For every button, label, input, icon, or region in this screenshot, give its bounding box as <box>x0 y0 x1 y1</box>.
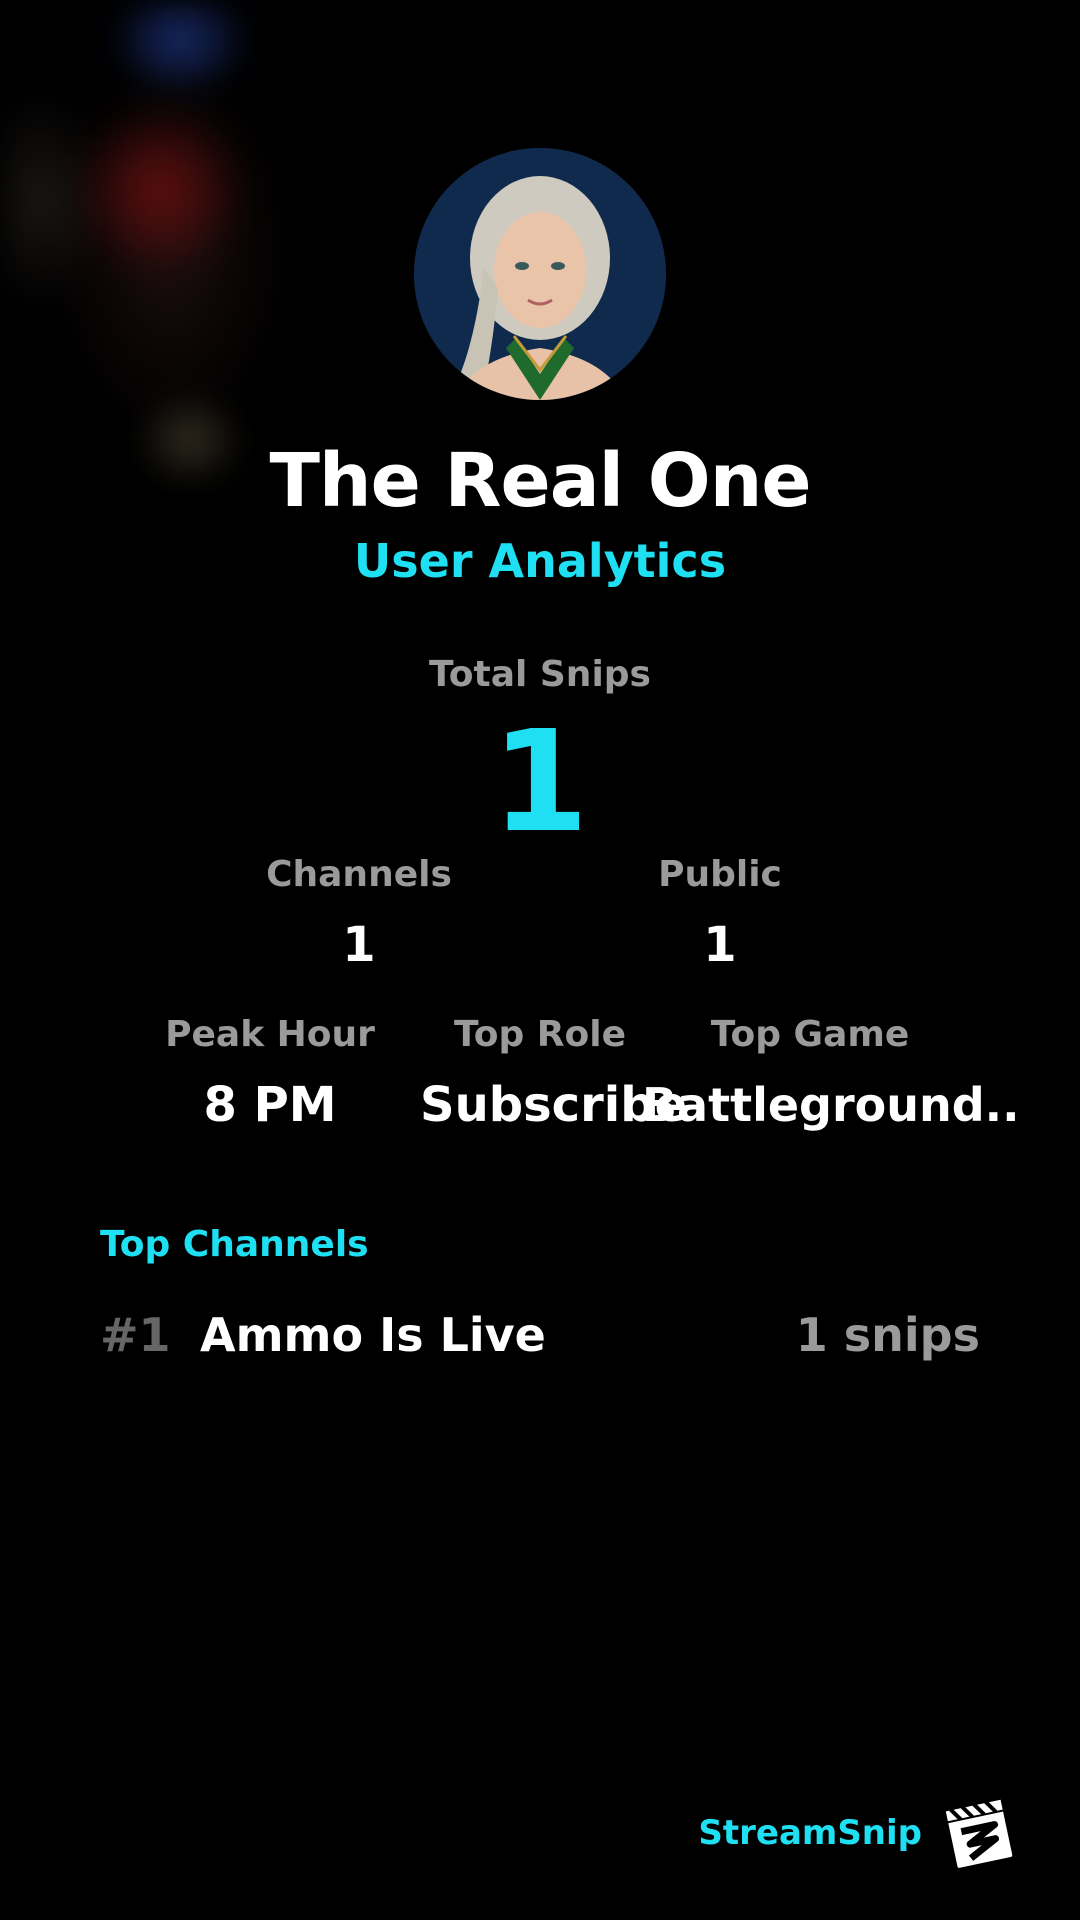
avatar <box>414 148 666 400</box>
top-game-label: Top Game <box>710 1014 910 1055</box>
channel-rank: #1 <box>100 1308 171 1362</box>
public-stat: Public 1 <box>610 852 830 978</box>
avatar-portrait-image <box>414 148 666 400</box>
channels-value: 1 <box>342 917 376 973</box>
page-subtitle: User Analytics <box>353 534 727 588</box>
total-snips-label: Total Snips <box>429 654 651 695</box>
top-role-value: Subscribe <box>420 1077 688 1133</box>
top-channels-title: Top Channels <box>100 1224 369 1265</box>
brand-name: StreamSnip <box>698 1813 922 1853</box>
top-role-stat: Top Role Subscribe <box>420 1012 688 1138</box>
peak-hour-value: 8 PM <box>203 1077 337 1133</box>
profile-name: The Real One <box>269 438 811 524</box>
top-role-label: Top Role <box>453 1014 627 1055</box>
list-item: #1 Ammo Is Live 1 snips <box>100 1300 980 1370</box>
total-snips-value: 1 <box>491 701 589 864</box>
channels-stat: Channels 1 <box>249 852 469 978</box>
background-blur-image <box>0 0 370 490</box>
channel-snip-count: 1 snips <box>795 1308 980 1362</box>
channels-label: Channels <box>266 854 452 895</box>
channel-name: Ammo Is Live <box>200 1308 546 1362</box>
public-value: 1 <box>703 917 737 973</box>
top-game-value: Battleground.. <box>642 1078 1020 1132</box>
peak-hour-label: Peak Hour <box>165 1014 375 1055</box>
top-game-stat: Top Game Battleground.. <box>642 1012 1020 1138</box>
public-label: Public <box>658 854 782 895</box>
peak-hour-stat: Peak Hour 8 PM <box>150 1012 390 1138</box>
brand-footer: StreamSnip <box>698 1790 1020 1876</box>
clapperboard-icon <box>943 1797 1015 1870</box>
